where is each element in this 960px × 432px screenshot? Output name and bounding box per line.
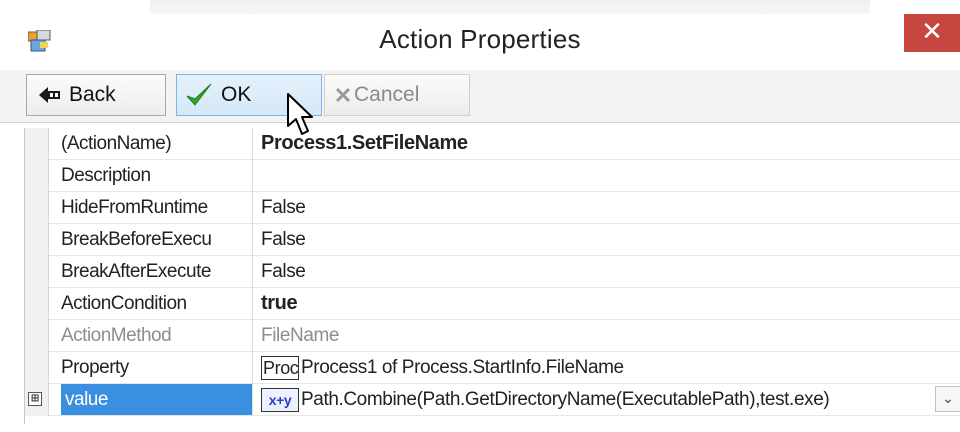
cancel-button[interactable]: Cancel (324, 74, 470, 116)
action-properties-window: Action Properties ✕ Back OK Cancel (Acti… (0, 0, 960, 432)
chevron-down-icon: ⌄ (942, 391, 954, 407)
property-name: Property (61, 352, 253, 383)
property-row-description[interactable]: Description (25, 160, 960, 192)
checkmark-icon (186, 83, 212, 106)
value-dropdown-button[interactable]: ⌄ (935, 386, 960, 412)
property-name: ActionCondition (61, 288, 253, 319)
property-row-breakbeforeexecute[interactable]: BreakBeforeExecu False (25, 224, 960, 256)
back-button-label: Back (69, 83, 116, 106)
title-bar[interactable]: Action Properties ✕ (0, 0, 960, 80)
property-value[interactable]: true (261, 288, 960, 319)
back-button[interactable]: Back (26, 74, 166, 116)
property-value: FileName (261, 325, 340, 346)
property-value[interactable]: False (261, 192, 960, 223)
close-icon: ✕ (921, 17, 943, 47)
property-name: BreakAfterExecute (61, 256, 253, 287)
ok-button-label: OK (221, 83, 252, 106)
back-arrow-icon (39, 87, 60, 103)
window-title: Action Properties (379, 24, 581, 54)
close-button[interactable]: ✕ (904, 14, 960, 52)
property-row-breakafterexecute[interactable]: BreakAfterExecute False (25, 256, 960, 288)
background-window-strip (150, 0, 870, 14)
property-row-value[interactable]: ⊞ value x+y Path.Combine(Path.GetDirector… (25, 384, 960, 416)
row-gutter (25, 224, 49, 256)
expression-type-box[interactable]: x+y (261, 387, 299, 412)
property-value[interactable] (261, 160, 960, 191)
row-gutter (25, 160, 49, 192)
row-gutter (25, 128, 49, 160)
property-type-box[interactable]: Proc (261, 355, 299, 380)
property-value: Path.Combine(Path.GetDirectoryName(Execu… (301, 389, 830, 410)
property-value[interactable]: False (261, 224, 960, 255)
expand-plus-icon[interactable]: ⊞ (28, 392, 42, 406)
row-gutter (25, 256, 49, 288)
property-name: (ActionName) (61, 128, 253, 159)
property-name: Description (61, 160, 253, 191)
property-name: ActionMethod (61, 320, 253, 351)
property-value[interactable]: False (261, 256, 960, 287)
property-name: BreakBeforeExecu (61, 224, 253, 255)
property-value: Process1 of Process.StartInfo.FileName (301, 357, 624, 378)
property-row-actionname[interactable]: (ActionName) Process1.SetFileName (25, 128, 960, 160)
toolbar: Back OK Cancel (0, 70, 960, 123)
property-row-hidefromruntime[interactable]: HideFromRuntime False (25, 192, 960, 224)
row-gutter (25, 352, 49, 384)
cancel-x-icon (335, 87, 351, 103)
property-value-container[interactable]: x+y Path.Combine(Path.GetDirectoryName(Ex… (261, 384, 960, 415)
property-row-actioncondition[interactable]: ActionCondition true (25, 288, 960, 320)
row-gutter (25, 288, 49, 320)
property-grid: (ActionName) Process1.SetFileName Descri… (24, 128, 960, 424)
property-row-actionmethod[interactable]: ActionMethod FileName (25, 320, 960, 352)
property-name: value (61, 384, 253, 415)
row-gutter (25, 320, 49, 352)
property-row-property[interactable]: Property Proc Process1 of Process.StartIn… (25, 352, 960, 384)
property-value-container[interactable]: Proc Process1 of Process.StartInfo.FileNa… (261, 352, 960, 383)
property-name: HideFromRuntime (61, 192, 253, 223)
row-gutter (25, 192, 49, 224)
cancel-button-label: Cancel (354, 83, 420, 106)
property-value[interactable]: Process1.SetFileName (261, 128, 960, 159)
